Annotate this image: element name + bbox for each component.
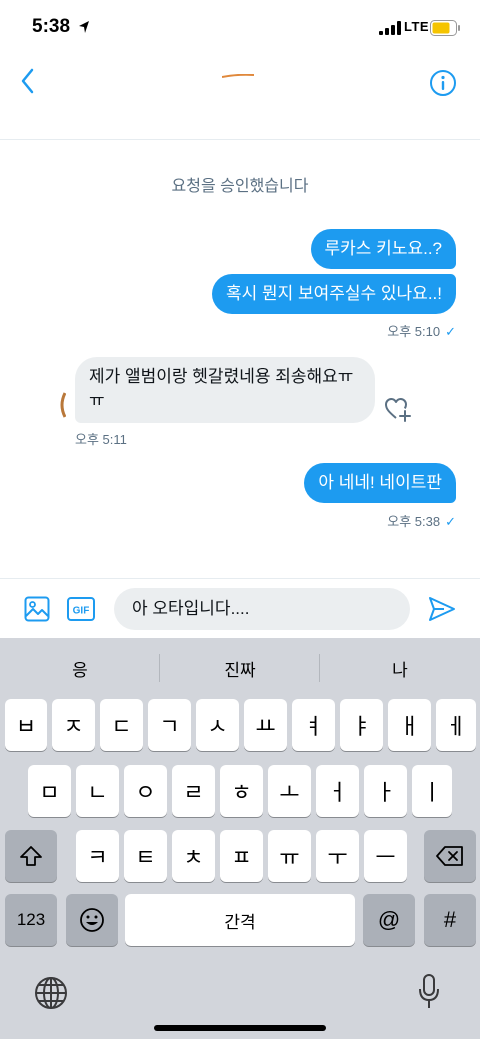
home-indicator — [154, 1025, 326, 1031]
signal-icon — [379, 21, 401, 35]
key[interactable]: ㅋ — [76, 830, 119, 882]
message-input[interactable]: 아 오타입니다.... — [114, 588, 410, 630]
suggestion-item[interactable]: 나 — [320, 656, 480, 681]
key[interactable]: ㅛ — [244, 699, 287, 751]
timestamp-text: 오후 5:10 — [387, 324, 441, 339]
key[interactable]: ㅊ — [172, 830, 215, 882]
at-key[interactable]: @ — [363, 894, 415, 946]
key[interactable]: ㅎ — [220, 765, 263, 817]
key[interactable]: ㅡ — [364, 830, 407, 882]
back-icon[interactable] — [14, 66, 44, 96]
key[interactable]: ㅇ — [124, 765, 167, 817]
keyboard: 응 진짜 나 ㅂ ㅈ ㄷ ㄱ ㅅ ㅛ ㅕ ㅑ ㅐ ㅔ ㅁ ㄴ ㅇ ㄹ ㅎ ㅗ ㅓ… — [0, 638, 480, 1039]
gif-icon[interactable]: GIF — [67, 597, 95, 621]
key[interactable]: ㅗ — [268, 765, 311, 817]
key[interactable]: ㅐ — [388, 699, 431, 751]
key[interactable]: ㅔ — [436, 699, 476, 751]
battery-icon — [430, 20, 460, 36]
key[interactable]: ㄹ — [172, 765, 215, 817]
info-icon[interactable] — [428, 68, 458, 98]
message-timestamp: 오후 5:11 — [75, 432, 127, 447]
status-time: 5:38 — [32, 16, 71, 37]
timestamp-text: 오후 5:38 — [387, 514, 441, 529]
key[interactable]: ㅑ — [340, 699, 383, 751]
conversation-header — [0, 58, 480, 140]
shift-key[interactable] — [5, 830, 57, 882]
message-timestamp: 오후 5:10 ✓ — [387, 321, 456, 340]
numbers-key[interactable]: 123 — [5, 894, 57, 946]
key[interactable]: ㅓ — [316, 765, 359, 817]
send-icon[interactable] — [428, 596, 456, 622]
suggestion-bar: 응 진짜 나 — [0, 638, 480, 696]
microphone-icon[interactable] — [418, 974, 440, 1010]
location-arrow-icon — [79, 21, 89, 33]
hash-key[interactable]: # — [424, 894, 476, 946]
message-composer: GIF 아 오타입니다.... — [0, 578, 480, 638]
key[interactable]: ㅍ — [220, 830, 263, 882]
sent-check-icon: ✓ — [445, 324, 456, 339]
globe-icon[interactable] — [34, 976, 68, 1010]
key[interactable]: ㅠ — [268, 830, 311, 882]
emoji-key[interactable] — [66, 894, 118, 946]
key[interactable]: ㄷ — [100, 699, 143, 751]
system-note: 요청을 승인했습니다 — [171, 178, 309, 195]
key[interactable]: ㅏ — [364, 765, 407, 817]
emoji-icon — [80, 908, 104, 932]
key[interactable]: ㅈ — [52, 699, 95, 751]
sender-avatar-fragment — [60, 392, 66, 418]
key[interactable]: ㄴ — [76, 765, 119, 817]
key[interactable]: ㅁ — [28, 765, 71, 817]
message-bubble-outgoing[interactable]: 루카스 키노요..? — [310, 229, 456, 269]
message-bubble-outgoing[interactable]: 아 네네! 네이트판 — [304, 463, 456, 503]
status-bar: 5:38 LTE — [0, 0, 480, 58]
key[interactable]: ㅣ — [412, 765, 452, 817]
key[interactable]: ㅌ — [124, 830, 167, 882]
suggestion-item[interactable]: 응 — [0, 656, 160, 681]
message-bubble-incoming[interactable]: 제가 앨범이랑 헷갈렸네용 죄송해요ㅠㅠ — [75, 357, 375, 423]
space-key[interactable]: 간격 — [125, 894, 355, 946]
key[interactable]: ㅜ — [316, 830, 359, 882]
suggestion-item[interactable]: 진짜 — [160, 656, 320, 681]
message-bubble-outgoing[interactable]: 혹시 뭔지 보여주실수 있나요..! — [211, 274, 456, 314]
key[interactable]: ㄱ — [148, 699, 191, 751]
network-type: LTE — [404, 19, 430, 34]
backspace-key[interactable] — [424, 830, 476, 882]
header-avatar-fragment — [222, 74, 254, 78]
backspace-icon — [436, 846, 463, 866]
svg-text:GIF: GIF — [73, 606, 90, 617]
image-icon[interactable] — [24, 596, 50, 622]
heart-add-icon[interactable] — [384, 396, 412, 422]
key[interactable]: ㅂ — [5, 699, 47, 751]
sent-check-icon: ✓ — [445, 514, 456, 529]
message-timestamp: 오후 5:38 ✓ — [387, 511, 456, 530]
shift-icon — [20, 846, 42, 866]
key[interactable]: ㅅ — [196, 699, 239, 751]
key[interactable]: ㅕ — [292, 699, 335, 751]
